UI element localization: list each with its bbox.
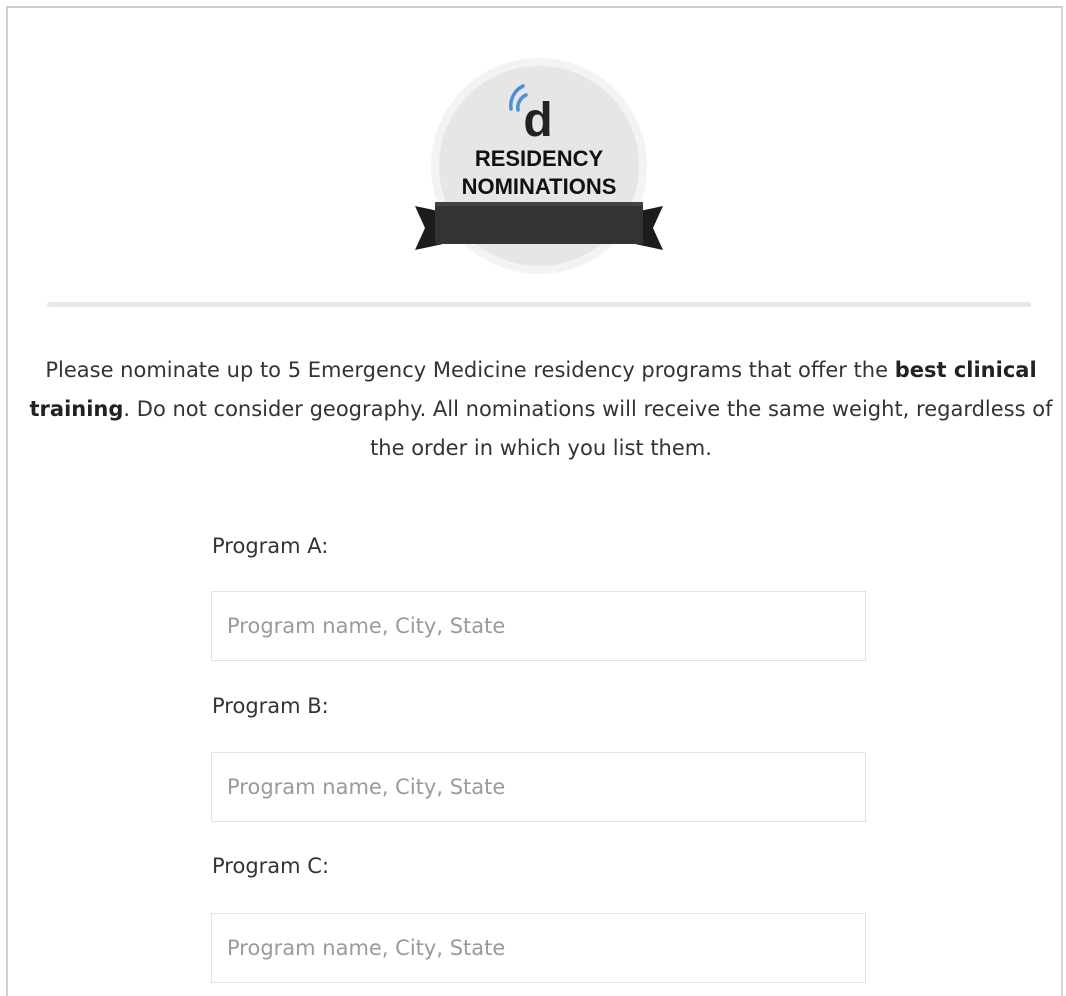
program-b-label: Program B: — [212, 694, 329, 718]
header-divider — [47, 302, 1031, 307]
logo-line-1: RESIDENCY — [475, 146, 604, 171]
instructions-text: Please nominate up to 5 Emergency Medici… — [28, 351, 1054, 468]
program-c-input[interactable] — [211, 913, 866, 983]
intro-text-end: . Do not consider geography. All nominat… — [123, 397, 1053, 460]
program-a-label: Program A: — [212, 534, 329, 558]
logo-line-2: NOMINATIONS — [462, 174, 617, 199]
program-c-label: Program C: — [212, 854, 330, 878]
residency-nominations-badge: d RESIDENCY NOMINATIONS — [411, 54, 667, 284]
badge-logo-icon: d RESIDENCY NOMINATIONS — [415, 58, 663, 274]
program-a-input[interactable] — [211, 591, 866, 661]
logo-letter: d — [523, 94, 552, 147]
ribbon-band — [435, 202, 643, 244]
program-b-input[interactable] — [211, 752, 866, 822]
survey-panel: d RESIDENCY NOMINATIONS Please nominate … — [6, 6, 1063, 996]
intro-text-start: Please nominate up to 5 Emergency Medici… — [45, 358, 895, 382]
